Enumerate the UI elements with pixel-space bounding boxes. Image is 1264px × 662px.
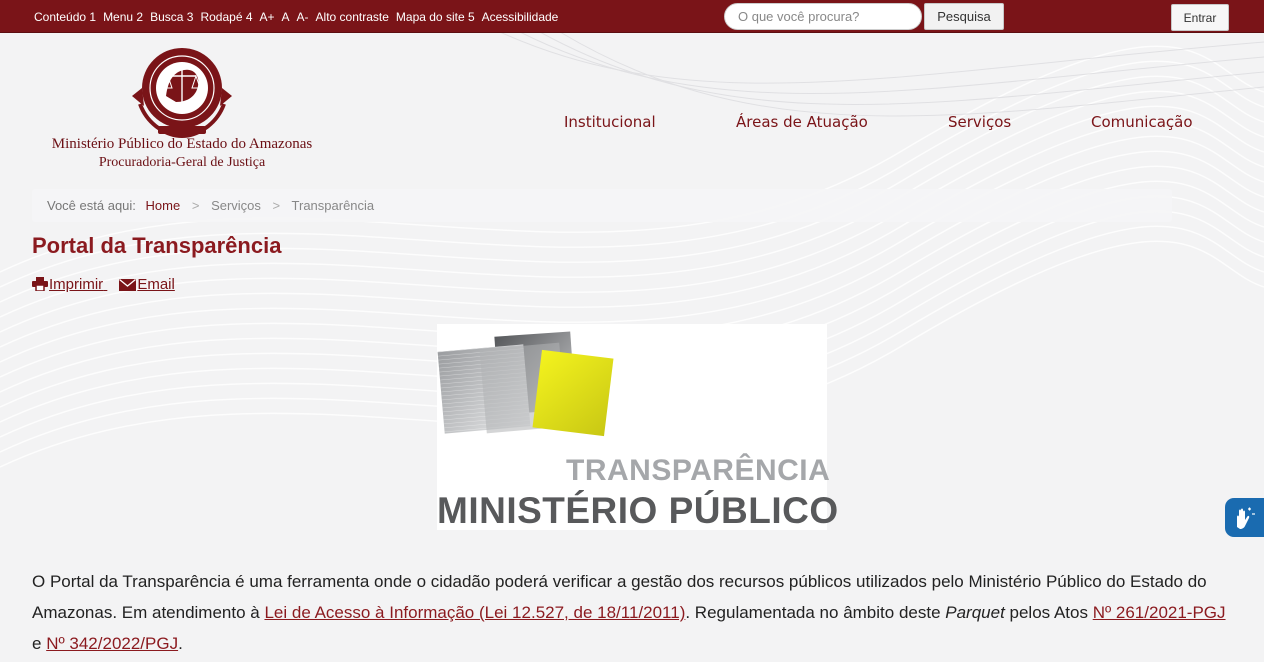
accessibility-link[interactable]: A-	[297, 10, 309, 24]
search-input[interactable]	[724, 3, 922, 30]
breadcrumb-home[interactable]: Home	[146, 198, 181, 213]
parquet-term: Parquet	[945, 603, 1005, 622]
vlibras-hands-icon	[1236, 507, 1255, 529]
page-tools: Imprimir Email	[32, 276, 175, 293]
accessibility-link[interactable]: Mapa do site 5	[396, 10, 475, 24]
page-title: Portal da Transparência	[32, 233, 282, 258]
org-name: Ministério Público do Estado do Amazonas	[51, 136, 313, 152]
accessibility-link[interactable]: Menu 2	[103, 10, 143, 24]
banner-line-1: TRANSPARÊNCIA	[566, 454, 831, 487]
transparency-banner: TRANSPARÊNCIA MINISTÉRIO PÚBLICO	[437, 324, 838, 531]
ato-261-link[interactable]: Nº 261/2021-PGJ	[1093, 603, 1226, 622]
banner-line-2: MINISTÉRIO PÚBLICO	[437, 490, 839, 531]
accessibility-link[interactable]: Rodapé 4	[200, 10, 252, 24]
accessibility-link[interactable]: A	[282, 10, 290, 24]
vlibras-widget-button[interactable]	[1225, 498, 1264, 537]
print-link[interactable]: Imprimir	[32, 276, 107, 293]
login-button[interactable]: Entrar	[1171, 4, 1229, 31]
intro-paragraph: O Portal da Transparência é uma ferramen…	[32, 566, 1234, 659]
intro-text-5: .	[178, 634, 183, 653]
top-bar: Conteúdo 1 Menu 2 Busca 3 Rodapé 4 A+ A A- Alto…	[0, 0, 1264, 33]
printer-icon	[32, 277, 48, 291]
nav-item-institucional[interactable]: Institucional	[564, 113, 656, 131]
breadcrumb-separator: >	[191, 198, 200, 213]
org-subtitle: Procuradoria-Geral de Justiça	[98, 155, 266, 170]
accessibility-link[interactable]: Busca 3	[150, 10, 193, 24]
ato-342-link[interactable]: Nº 342/2022/PGJ	[46, 634, 178, 653]
accessibility-link[interactable]: Acessibilidade	[482, 10, 559, 24]
intro-text-2: . Regulamentada no âmbito deste	[685, 603, 946, 622]
print-label: Imprimir	[49, 276, 104, 293]
nav-item-areas-de-atuacao[interactable]: Áreas de Atuação	[736, 113, 868, 131]
breadcrumb-separator: >	[272, 198, 281, 213]
accessibility-link[interactable]: Alto contraste	[316, 10, 389, 24]
breadcrumb-label: Você está aqui:	[47, 198, 136, 213]
accessibility-link[interactable]: A+	[260, 10, 275, 24]
accessibility-link[interactable]: Conteúdo 1	[34, 10, 96, 24]
envelope-icon	[119, 279, 137, 291]
intro-text-4: e	[32, 634, 47, 653]
email-link[interactable]: Email	[119, 276, 175, 293]
search-button[interactable]: Pesquisa	[924, 3, 1004, 30]
lai-link[interactable]: Lei de Acesso à Informação (Lei 12.527, …	[264, 603, 685, 622]
nav-item-servicos[interactable]: Serviços	[948, 113, 1011, 131]
breadcrumb-section[interactable]: Serviços	[211, 198, 261, 213]
breadcrumb: Você está aqui: Home > Serviços > Transp…	[32, 189, 1172, 222]
accessibility-links: Conteúdo 1 Menu 2 Busca 3 Rodapé 4 A+ A A- Alto…	[34, 10, 565, 24]
nav-item-comunicacao[interactable]: Comunicação	[1091, 113, 1193, 131]
intro-text-3: pelos Atos	[1004, 603, 1093, 622]
mpam-seal-logo[interactable]	[128, 44, 236, 140]
breadcrumb-current: Transparência	[291, 198, 375, 213]
email-label: Email	[137, 276, 175, 293]
